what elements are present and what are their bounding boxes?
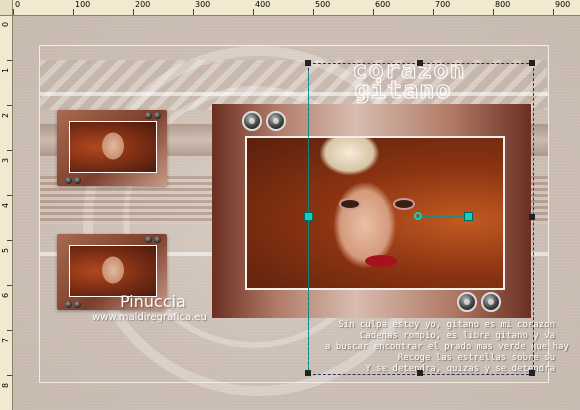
ruler-label: 2 <box>1 112 10 118</box>
ruler-label: 5 <box>1 247 10 253</box>
selection-handle-bottom-right[interactable] <box>529 370 535 376</box>
selection-handle-right[interactable] <box>529 214 535 220</box>
ruler-label: 600 <box>375 0 391 9</box>
selection-bounding-box[interactable] <box>308 63 534 375</box>
ruler-label: 400 <box>255 0 271 9</box>
horizontal-ruler[interactable]: 0 100 200 300 400 500 600 700 800 900 <box>0 0 580 16</box>
ruler-label: 800 <box>495 0 511 9</box>
pivot-node[interactable] <box>304 212 313 221</box>
button-icon <box>154 236 161 243</box>
round-button-icon <box>266 111 286 131</box>
selection-handle-top-left[interactable] <box>305 60 311 66</box>
ruler-label: 700 <box>435 0 451 9</box>
button-icon <box>154 112 161 119</box>
ruler-label: 100 <box>75 0 91 9</box>
ruler-label: 0 <box>1 21 10 27</box>
ruler-label: 8 <box>1 382 10 388</box>
button-icon <box>145 236 152 243</box>
ruler-label: 3 <box>1 157 10 163</box>
watermark-name: Pinuccia <box>120 292 186 311</box>
image-canvas[interactable]: corazon gitano Pinuccia www.maidiregrafi… <box>13 16 580 410</box>
ruler-label: 0 <box>15 0 21 9</box>
thumbnail-photo <box>69 245 157 297</box>
ruler-label: 1 <box>1 67 10 73</box>
ruler-label: 500 <box>315 0 331 9</box>
ruler-label: 300 <box>195 0 211 9</box>
thumbnail-top <box>57 110 167 186</box>
selection-handle-top[interactable] <box>417 60 423 66</box>
round-button-icon <box>242 111 262 131</box>
vertical-ruler[interactable]: 0 1 2 3 4 5 6 7 8 <box>0 15 13 410</box>
watermark-url: www.maidiregrafica.eu <box>92 312 207 323</box>
selection-handle-bottom[interactable] <box>417 370 423 376</box>
selection-handle-top-right[interactable] <box>529 60 535 66</box>
guide-line-vertical <box>308 71 309 371</box>
ruler-corner <box>0 0 13 16</box>
button-icon <box>65 177 72 184</box>
button-icon <box>145 112 152 119</box>
ruler-label: 7 <box>1 337 10 343</box>
button-icon <box>74 301 81 308</box>
button-icon <box>65 301 72 308</box>
ruler-label: 200 <box>135 0 151 9</box>
ruler-label: 900 <box>555 0 571 9</box>
thumbnail-photo <box>69 121 157 173</box>
rotation-handle[interactable] <box>464 212 473 221</box>
guide-line-horizontal <box>418 216 468 217</box>
ruler-label: 6 <box>1 292 10 298</box>
ruler-label: 4 <box>1 202 10 208</box>
rotation-center-icon[interactable] <box>414 212 422 220</box>
button-icon <box>74 177 81 184</box>
